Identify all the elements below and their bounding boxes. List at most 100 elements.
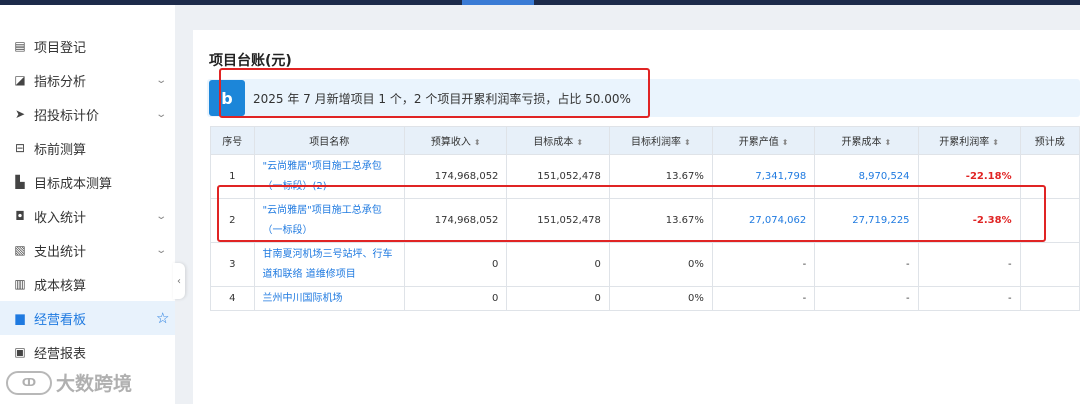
table-row: 1 "云尚雅居"项目施工总承包（一标段）(2) 174,968,052 151,… [210,154,1080,199]
sidebar-item-label: 支出统计 [34,244,87,260]
sidebar-item-cost-accounting[interactable]: ▥ 成本核算 [0,267,175,301]
cell-cost[interactable]: 27,719,225 [814,198,919,243]
sort-icon: ⬍ [684,138,691,147]
cell-cost[interactable]: 8,970,524 [814,154,919,199]
sidebar-item-label: 成本核算 [34,278,87,294]
watermark-logo-icon: ↀ [6,370,52,395]
cell-cost: - [814,286,919,311]
cell-output[interactable]: 27,074,062 [711,198,816,243]
id-card-icon: ▤ [14,39,26,53]
sort-icon: ⬍ [473,138,481,147]
cell-budget: 174,968,052 [403,198,508,243]
project-name-link[interactable]: 甘南夏河机场三号站坪、行车道和联络 道维修项目 [263,249,393,280]
sort-icon: ⬍ [992,138,999,147]
cell-target-cost: 0 [506,242,610,287]
cell-no: 4 [210,286,255,311]
cell-margin: - [917,242,1021,287]
col-header-no: 序号 [210,126,255,155]
sidebar-item-project-register[interactable]: ▤ 项目登记 [0,29,175,63]
cell-target-cost: 0 [506,286,610,311]
sidebar-item-label: 项目登记 [34,40,87,56]
watermark: ↀ 大数跨境 [6,369,132,396]
cell-forecast [1019,286,1080,311]
sidebar-item-indicator-analysis[interactable]: ◪ 指标分析 ⌄ [0,63,175,97]
sidebar-item-business-dashboard[interactable]: ▆ 经营看板 ☆ [0,301,175,335]
sidebar-item-income-stats[interactable]: ◘ 收入统计 ⌄ [0,199,175,233]
sidebar-item-business-report[interactable]: ▣ 经营报表 [0,335,175,369]
sidebar-item-label: 经营看板 [34,312,87,328]
project-ledger-table: 序号 项目名称 预算收入 ⬍ 目标成本 ⬍ 目标利润率 ⬍ 开累产值 ⬍ 开累成本 ⬍ 开… [210,126,1080,311]
project-name-link[interactable]: "云尚雅居"项目施工总承包（一标段）(2) [263,161,382,192]
sidebar-item-label: 招投标计价 [34,108,100,124]
star-icon[interactable]: ☆ [156,309,169,327]
cell-project-name[interactable]: "云尚雅居"项目施工总承包（一标段） [253,198,405,243]
cell-target-margin: 13.67% [608,198,713,243]
cell-target-margin: 0% [608,242,713,287]
top-bar-active-indicator [462,0,534,5]
cell-target-margin: 0% [608,286,713,311]
table-row: 3 甘南夏河机场三号站坪、行车道和联络 道维修项目 0 0 0% - - - [210,242,1080,287]
sort-icon: ⬍ [576,138,584,147]
cell-target-margin: 13.67% [608,154,713,199]
sidebar-collapse-button[interactable]: ‹ [173,263,185,299]
receipt-icon: ▧ [14,243,26,257]
briefcase-icon: ◘ [15,209,25,223]
cell-output: - [711,242,816,287]
col-header-output[interactable]: 开累产值 ⬍ [711,126,816,155]
sidebar-item-label: 目标成本测算 [34,176,113,192]
sidebar-item-pre-bid-estimate[interactable]: ⊟ 标前测算 [0,131,175,165]
cell-margin: -2.38% [917,198,1021,243]
cell-project-name[interactable]: 兰州中川国际机场 [253,286,405,311]
cell-cost: - [814,242,919,287]
page-title: 项目台账(元) [209,53,292,69]
col-header-target-cost[interactable]: 目标成本 ⬍ [506,126,610,155]
sidebar-item-label: 指标分析 [34,74,87,90]
cell-project-name[interactable]: 甘南夏河机场三号站坪、行车道和联络 道维修项目 [253,242,405,287]
col-header-budget[interactable]: 预算收入 ⬍ [403,126,508,155]
col-header-cost[interactable]: 开累成本 ⬍ [814,126,919,155]
cell-budget: 174,968,052 [403,154,508,199]
banner-logo-icon: b [209,80,245,116]
sidebar: ▤ 项目登记 ◪ 指标分析 ⌄ ➤ 招投标计价 ⌄ ⊟ 标前测算 ▙ 目标成本测… [0,5,175,404]
project-name-link[interactable]: 兰州中川国际机场 [263,293,343,304]
sort-icon: ⬍ [781,138,789,147]
chevron-down-icon: ⌄ [155,74,168,86]
cell-no: 2 [210,198,255,243]
cell-project-name[interactable]: "云尚雅居"项目施工总承包（一标段）(2) [253,154,405,199]
table-header-row: 序号 项目名称 预算收入 ⬍ 目标成本 ⬍ 目标利润率 ⬍ 开累产值 ⬍ 开累成本 ⬍ 开… [210,126,1080,155]
col-header-margin[interactable]: 开累利润率 ⬍ [917,126,1021,155]
cell-target-cost: 151,052,478 [506,198,610,243]
sidebar-item-target-cost-estimate[interactable]: ▙ 目标成本测算 [0,165,175,199]
sidebar-item-label: 收入统计 [34,210,87,226]
col-header-forecast: 预计成 [1019,126,1080,155]
cell-budget: 0 [403,242,508,287]
sidebar-item-label: 经营报表 [34,346,87,362]
chart-icon: ◪ [14,73,26,87]
chevron-down-icon: ⌄ [155,108,168,120]
cell-no: 1 [210,154,255,199]
cell-forecast [1019,154,1080,199]
cell-forecast [1019,198,1080,243]
calc-icon: ⊟ [14,141,26,155]
cell-margin: - [917,286,1021,311]
cell-no: 3 [210,242,255,287]
monitor-icon: ▆ [15,311,25,325]
cell-target-cost: 151,052,478 [506,154,610,199]
sort-icon: ⬍ [884,138,892,147]
cell-forecast [1019,242,1080,287]
sidebar-item-bidding-pricing[interactable]: ➤ 招投标计价 ⌄ [0,97,175,131]
send-icon: ➤ [14,107,26,121]
watermark-text: 大数跨境 [56,373,133,395]
project-name-link[interactable]: "云尚雅居"项目施工总承包（一标段） [263,205,382,236]
building-icon: ▙ [15,175,25,189]
chevron-down-icon: ⌄ [155,210,168,222]
cell-output: - [711,286,816,311]
chevron-left-icon: ‹ [177,275,181,287]
chevron-down-icon: ⌄ [155,244,168,256]
col-header-target-margin[interactable]: 目标利润率 ⬍ [608,126,713,155]
col-header-name: 项目名称 [253,126,405,155]
sidebar-item-expense-stats[interactable]: ▧ 支出统计 ⌄ [0,233,175,267]
cell-output[interactable]: 7,341,798 [711,154,816,199]
ledger-icon: ▥ [14,277,26,291]
clipboard-icon: ▣ [14,345,26,359]
